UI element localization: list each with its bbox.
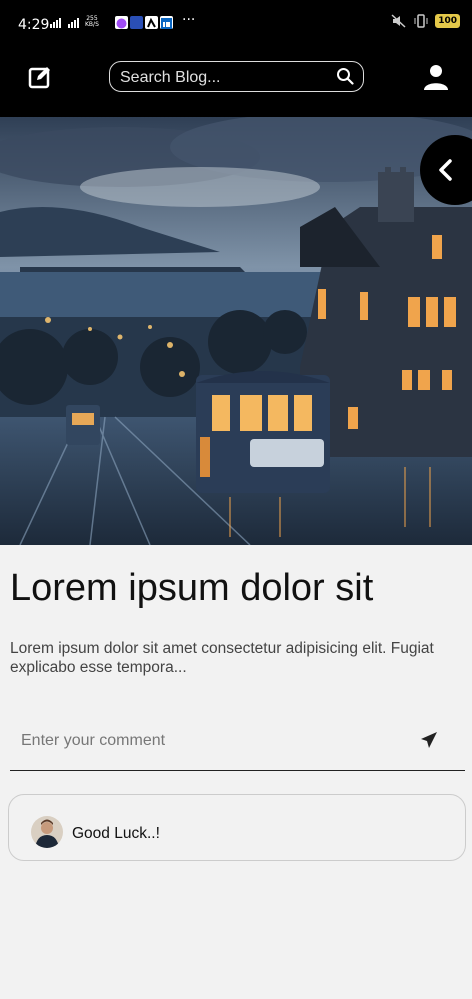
notification-icons [115, 16, 173, 29]
app-icon [145, 16, 158, 29]
comment-text: Good Luck..! [72, 825, 160, 842]
comment-form [10, 718, 465, 771]
post-description: Lorem ipsum dolor sit amet consectetur a… [10, 640, 434, 676]
net-speed: 255 KB/S [85, 16, 99, 28]
avatar [31, 816, 63, 848]
profile-button[interactable] [422, 63, 450, 91]
battery-indicator: 100 [435, 14, 460, 28]
top-navbar [0, 50, 472, 117]
comment-input[interactable] [19, 728, 403, 754]
comment-item: Good Luck..! [8, 794, 466, 861]
signal-4g-icon [68, 18, 79, 28]
signal-indicator: 255 KB/S [50, 16, 99, 28]
vibrate-icon [414, 14, 428, 28]
send-icon [421, 732, 437, 748]
search-icon[interactable] [336, 67, 354, 85]
send-comment-button[interactable] [419, 730, 439, 750]
messenger-icon [115, 16, 128, 29]
more-notifications-icon: ··· [182, 12, 196, 28]
mute-icon [391, 14, 406, 28]
net-speed-unit: KB/S [85, 21, 99, 28]
signal-icon [50, 18, 61, 28]
status-time: 4:29 [18, 17, 50, 33]
status-bar: 4:29 255 KB/S ··· 100 [0, 0, 472, 50]
linkedin-icon [160, 16, 173, 29]
post-title: Lorem ipsum dolor sit [10, 567, 374, 609]
vpn-icon [130, 16, 143, 29]
chevron-left-icon [439, 159, 452, 181]
post-cover-image [0, 117, 472, 545]
user-icon [424, 65, 448, 90]
status-right: 100 [391, 14, 460, 28]
create-post-button[interactable] [28, 65, 52, 89]
search-input[interactable] [118, 66, 332, 90]
edit-icon [28, 67, 50, 89]
search-bar [109, 61, 364, 92]
